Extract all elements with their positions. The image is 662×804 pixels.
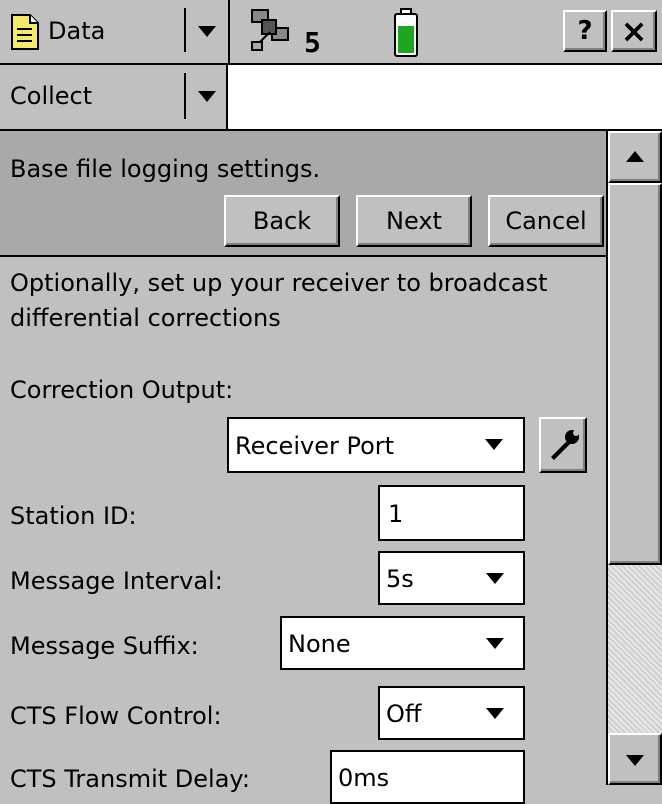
- cts-flow-value: Off: [386, 700, 422, 728]
- menu-divider: [184, 73, 186, 119]
- collect-menu-label: Collect: [10, 82, 93, 110]
- station-id-field[interactable]: 1: [378, 485, 525, 541]
- wizard-title: Base file logging settings.: [10, 155, 321, 183]
- back-button[interactable]: Back: [224, 195, 340, 247]
- correction-output-label: Correction Output:: [10, 376, 234, 404]
- menu-divider: [184, 8, 186, 52]
- cts-flow-select[interactable]: Off: [378, 686, 525, 740]
- cancel-label: Cancel: [505, 207, 587, 235]
- chevron-down-icon: [486, 573, 504, 584]
- message-suffix-label: Message Suffix:: [10, 632, 199, 660]
- chevron-down-icon: [198, 26, 216, 37]
- back-label: Back: [252, 207, 312, 235]
- satellite-icon: [250, 6, 294, 54]
- next-button[interactable]: Next: [356, 195, 472, 247]
- message-suffix-value: None: [288, 630, 351, 658]
- help-button[interactable]: ?: [563, 10, 607, 52]
- toolbar-separator: [228, 0, 230, 63]
- message-interval-select[interactable]: 5s: [378, 551, 525, 605]
- settings-button[interactable]: [539, 417, 587, 473]
- chevron-up-icon: [626, 151, 644, 162]
- scrollbar-thumb[interactable]: [608, 183, 662, 565]
- help-label: ?: [577, 16, 593, 46]
- battery-icon: [393, 8, 419, 58]
- station-id-value: 1: [388, 500, 404, 528]
- cts-delay-value: 0ms: [338, 764, 390, 792]
- cts-flow-label: CTS Flow Control:: [10, 702, 222, 730]
- close-button[interactable]: ×: [611, 10, 657, 52]
- satellite-count: 5: [304, 26, 321, 59]
- data-menu-button[interactable]: Data: [0, 0, 228, 63]
- chevron-down-icon: [486, 638, 504, 649]
- chevron-down-icon: [626, 755, 644, 766]
- collect-menu-button[interactable]: Collect: [0, 65, 228, 129]
- message-interval-value: 5s: [386, 565, 414, 593]
- scroll-down-button[interactable]: [608, 733, 662, 785]
- correction-output-select[interactable]: Receiver Port: [227, 417, 525, 473]
- description: Optionally, set up your receiver to broa…: [10, 269, 548, 332]
- message-suffix-select[interactable]: None: [280, 616, 525, 670]
- wrench-icon: [547, 427, 581, 463]
- message-interval-label: Message Interval:: [10, 567, 223, 595]
- cts-delay-label: CTS Transmit Delay:: [10, 765, 250, 793]
- correction-output-value: Receiver Port: [235, 432, 395, 460]
- chevron-down-icon: [486, 708, 504, 719]
- chevron-down-icon: [485, 439, 503, 450]
- satellite-status[interactable]: 5: [250, 6, 350, 60]
- next-label: Next: [386, 207, 442, 235]
- cts-delay-field[interactable]: 0ms: [330, 750, 525, 804]
- station-id-label: Station ID:: [10, 502, 137, 530]
- close-icon: ×: [620, 12, 648, 50]
- chevron-down-icon: [198, 91, 216, 102]
- cancel-button[interactable]: Cancel: [488, 195, 604, 247]
- document-icon: [10, 13, 40, 51]
- wizard-header: Base file logging settings. Back Next Ca…: [0, 131, 608, 257]
- scroll-up-button[interactable]: [608, 131, 662, 183]
- data-menu-label: Data: [48, 17, 106, 45]
